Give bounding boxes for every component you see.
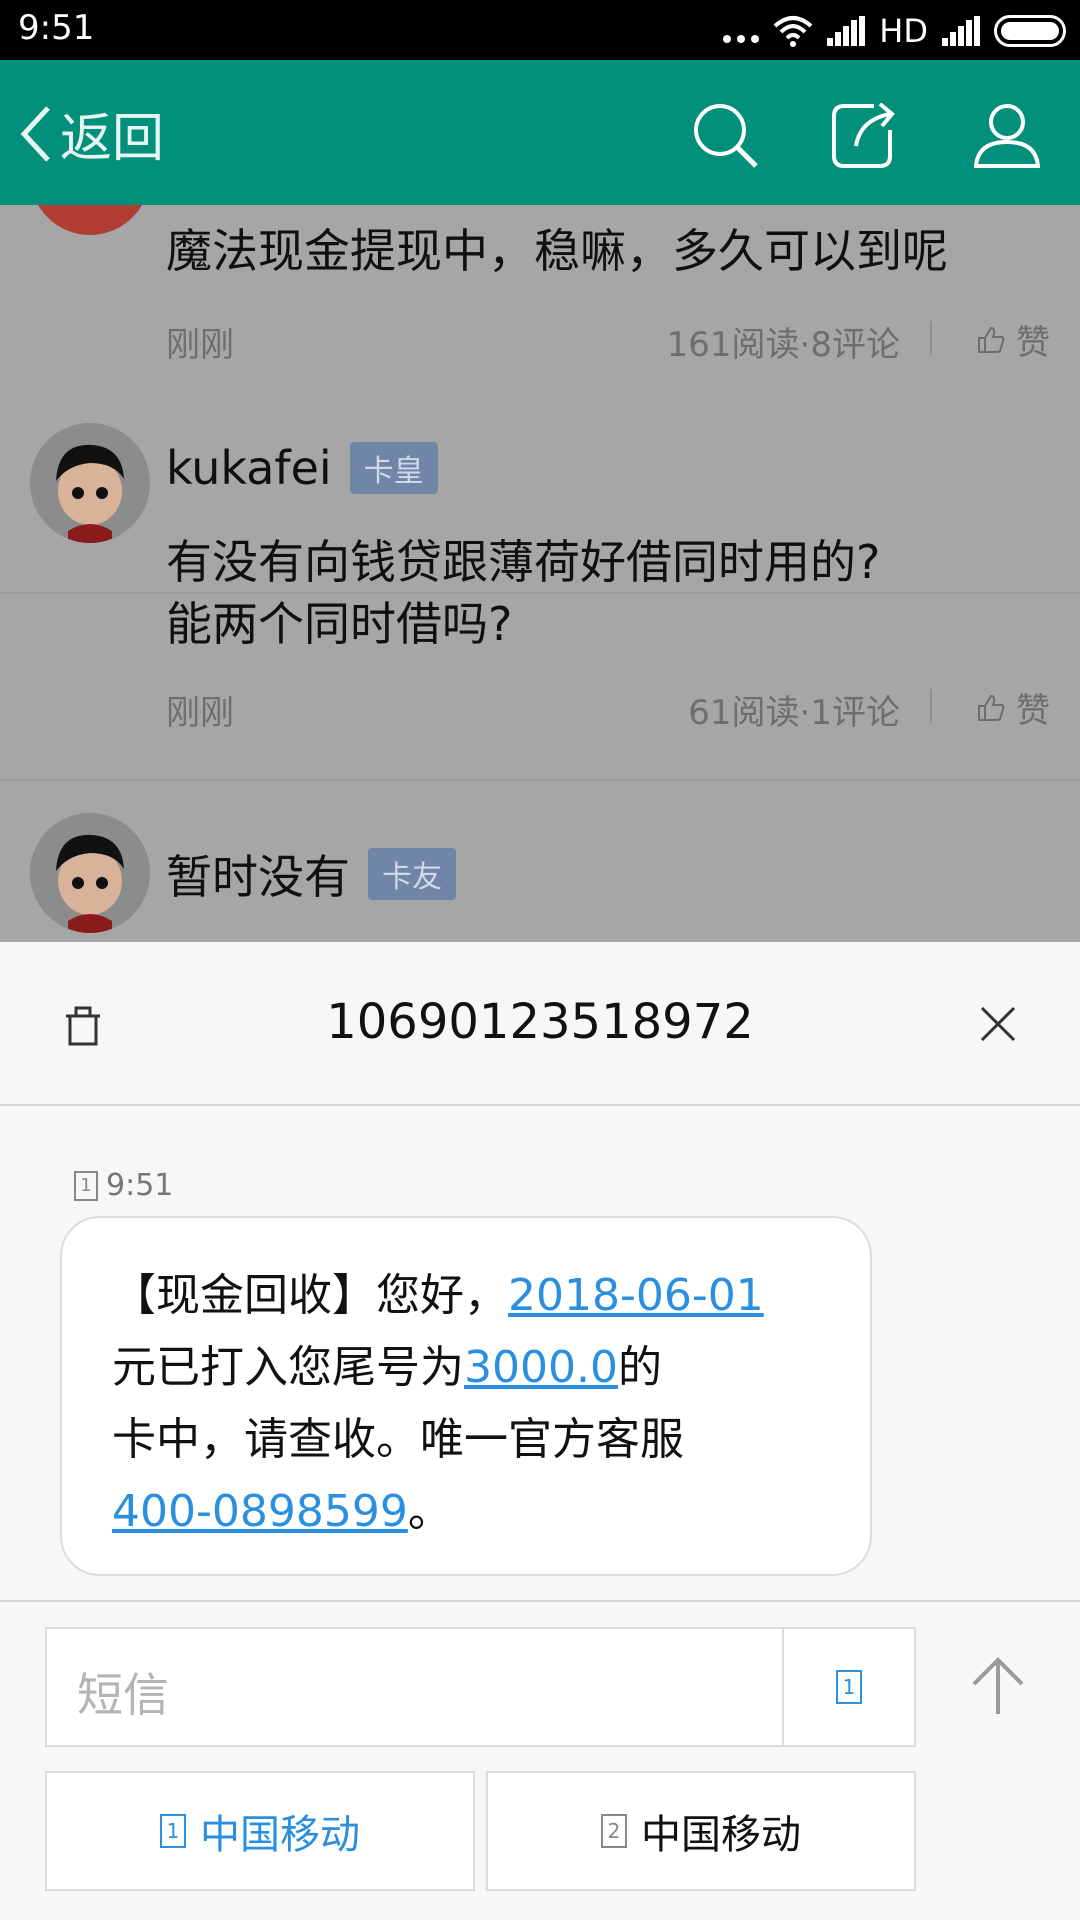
divider	[930, 321, 932, 355]
back-button[interactable]: 返回	[18, 96, 164, 171]
post-text: 魔法现金提现中，稳嘛，多久可以到呢	[166, 224, 948, 278]
user-level-badge: 卡皇	[349, 442, 438, 494]
sim-1-icon: 1	[836, 1670, 862, 1704]
post-time: 刚刚	[166, 693, 234, 733]
more-notifications-icon	[723, 13, 760, 49]
sms-popup: 10690123518972 1 9:51 【现金回收】您好，2018-06-0…	[0, 942, 1080, 1920]
post-text-line: 有没有向钱贷跟薄荷好借同时用的?	[166, 535, 881, 589]
wifi-icon	[773, 16, 813, 47]
post-author: kukafei 卡皇	[166, 441, 438, 495]
divider	[930, 689, 932, 723]
status-icons: HD	[723, 12, 1066, 50]
like-label: 赞	[1016, 691, 1050, 731]
back-label: 返回	[60, 109, 165, 169]
username[interactable]: 暂时没有	[166, 841, 350, 907]
post-item[interactable]: 暂时没有 卡友	[0, 783, 1080, 942]
message-time: 9:51	[106, 1168, 174, 1203]
status-time: 9:51	[18, 8, 95, 48]
sim-1-icon: 1	[74, 1170, 98, 1201]
status-bar: 9:51 HD	[0, 0, 1080, 60]
send-via-sim-2-button[interactable]: 2 中国移动	[486, 1771, 916, 1891]
post-text: 有没有向钱贷跟薄荷好借同时用的? 能两个同时借吗?	[166, 531, 880, 655]
app-header: 返回	[0, 60, 1080, 205]
message-text: 卡中，请查收。唯一官方客服	[112, 1414, 684, 1465]
sim-2-icon: 2	[601, 1814, 627, 1848]
sim-select-button[interactable]: 1	[782, 1629, 914, 1745]
post-stats: 61阅读·1评论	[688, 693, 900, 733]
avatar	[30, 813, 150, 933]
message-timestamp: 1 9:51	[74, 1168, 173, 1203]
sms-input-field[interactable]: 短信 1	[45, 1627, 916, 1747]
carrier-label: 中国移动	[641, 1812, 801, 1858]
avatar	[30, 423, 150, 543]
like-button[interactable]: 赞	[976, 315, 1050, 364]
close-icon[interactable]	[980, 1006, 1016, 1042]
send-arrow-icon[interactable]	[968, 1656, 1028, 1716]
message-text: 【现金回收】您好，	[112, 1270, 508, 1321]
like-label: 赞	[1016, 323, 1050, 363]
user-level-badge: 卡友	[368, 848, 456, 900]
sms-popup-header: 10690123518972	[0, 942, 1080, 1106]
carrier-label: 中国移动	[200, 1812, 360, 1858]
signal-icon-secondary	[942, 16, 980, 46]
network-type-label: HD	[879, 12, 928, 50]
share-icon[interactable]	[828, 100, 898, 170]
search-icon[interactable]	[690, 100, 760, 170]
signal-icon	[827, 16, 866, 46]
battery-icon	[994, 15, 1066, 47]
thumbs-up-icon	[978, 694, 1005, 721]
post-time: 刚刚	[166, 325, 234, 365]
divider	[0, 1600, 1080, 1602]
message-link-amount[interactable]: 3000.0	[464, 1342, 618, 1393]
message-bubble: 【现金回收】您好，2018-06-01 元已打入您尾号为3000.0的 卡中，请…	[60, 1216, 872, 1576]
message-text: 。	[407, 1486, 452, 1537]
message-link-phone[interactable]: 400-0898599	[112, 1486, 408, 1537]
post-stats: 161阅读·8评论	[666, 325, 900, 365]
post-author: 暂时没有 卡友	[166, 841, 456, 907]
post-text-line: 能两个同时借吗?	[166, 597, 513, 651]
username[interactable]: kukafei	[166, 441, 332, 495]
like-button[interactable]: 赞	[976, 683, 1050, 732]
message-link-date[interactable]: 2018-06-01	[508, 1270, 764, 1321]
avatar	[30, 205, 150, 235]
user-icon[interactable]	[972, 100, 1042, 170]
post-item[interactable]: kukafei 卡皇 有没有向钱贷跟薄荷好借同时用的? 能两个同时借吗? 刚刚 …	[0, 391, 1080, 781]
thumbs-up-icon	[978, 326, 1005, 353]
sms-input-placeholder: 短信	[77, 1668, 169, 1722]
message-text: 的	[617, 1342, 662, 1393]
sim-1-icon: 1	[160, 1814, 186, 1848]
send-via-sim-1-button[interactable]: 1 中国移动	[45, 1771, 475, 1891]
sender-number: 10690123518972	[326, 994, 754, 1050]
post-feed: 魔法现金提现中，稳嘛，多久可以到呢 刚刚 161阅读·8评论 赞 kukafei…	[0, 205, 1080, 942]
chevron-left-icon	[20, 105, 50, 162]
message-text: 元已打入您尾号为	[112, 1342, 464, 1393]
